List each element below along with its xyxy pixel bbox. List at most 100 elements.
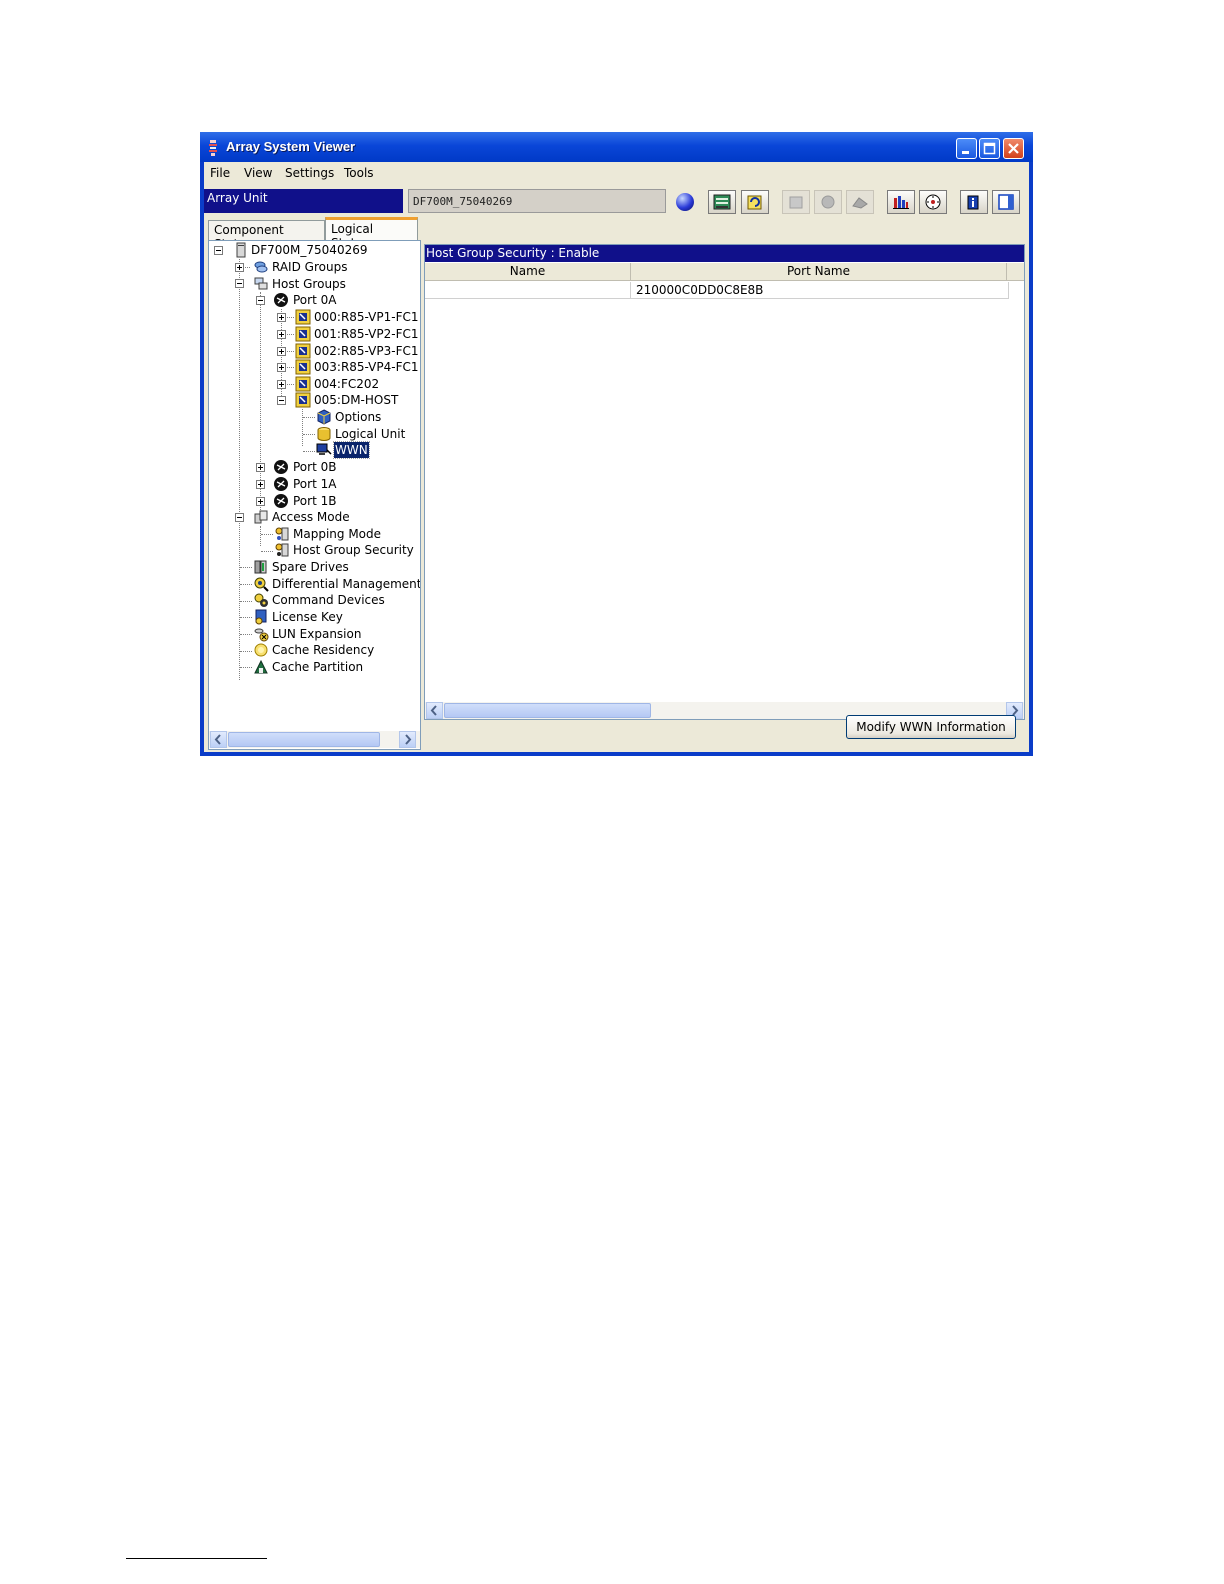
tree-line [240,601,252,602]
info-button[interactable] [960,190,988,214]
tree-node-raid-groups[interactable]: RAID Groups [272,259,347,275]
array-unit-field[interactable]: DF700M_75040269 [408,189,666,213]
expand-toggle[interactable] [256,497,265,506]
tree-node-port-1a[interactable]: Port 1A [293,476,336,492]
tree-node-port-0a[interactable]: Port 0A [293,292,336,308]
table-cell-name[interactable] [425,282,631,299]
collapse-toggle[interactable] [235,279,244,288]
expand-toggle[interactable] [277,363,286,372]
disabled-tool-button-2[interactable] [814,190,842,214]
tree-node-options[interactable]: Options [335,409,381,425]
port-icon [274,293,288,307]
collapse-toggle[interactable] [214,246,223,255]
expand-toggle[interactable] [277,347,286,356]
tab-component-status[interactable]: Component Status [208,220,325,251]
disabled-tool-button-3[interactable] [846,190,874,214]
tree-node-spare-drives[interactable]: Spare Drives [272,559,349,575]
tree-node-license-key[interactable]: License Key [272,609,343,625]
array-icon [713,194,731,210]
array-button[interactable] [708,190,736,214]
tree-line [302,409,303,446]
tree-node-host-groups[interactable]: Host Groups [272,276,346,292]
host-group-icon [295,376,311,392]
collapse-toggle[interactable] [256,296,265,305]
tree-node-port-0b[interactable]: Port 0B [293,459,336,475]
menu-file[interactable]: File [210,166,230,180]
chevron-left-icon [214,734,221,745]
tree-node-host-group-security[interactable]: Host Group Security [293,542,414,558]
menu-tools[interactable]: Tools [344,166,374,180]
disabled-tool-button-1[interactable] [782,190,810,214]
column-header-name[interactable]: Name [425,263,631,281]
wwn-icon [316,443,332,455]
expand-toggle[interactable] [235,263,244,272]
info-icon [967,195,979,210]
expand-toggle[interactable] [256,480,265,489]
maximize-button[interactable] [979,138,1000,159]
collapse-toggle[interactable] [235,513,244,522]
minimize-icon [962,151,969,154]
tree-horizontal-scrollbar[interactable] [209,731,420,748]
expand-toggle[interactable] [256,463,265,472]
modify-wwn-information-button[interactable]: Modify WWN Information [846,715,1016,739]
column-header-port-name[interactable]: Port Name [631,263,1007,281]
menu-settings[interactable]: Settings [285,166,334,180]
tree-node-host-group-005[interactable]: 005:DM-HOST [314,392,398,408]
tree-node-cache-residency[interactable]: Cache Residency [272,642,374,658]
scroll-right-arrow[interactable] [399,731,416,748]
tree-node-logical-unit[interactable]: Logical Unit [335,426,405,442]
expand-toggle[interactable] [277,380,286,389]
raid-groups-icon [254,261,268,273]
settings-dial-button[interactable] [919,190,947,214]
disabled-tool-icon [821,195,835,209]
close-icon [1008,143,1019,154]
collapse-toggle[interactable] [277,396,286,405]
tree-node-root[interactable]: DF700M_75040269 [251,242,367,258]
scroll-left-arrow[interactable] [426,702,443,719]
tree-node-host-group-004[interactable]: 004:FC202 [314,376,379,392]
tree-node-wwn[interactable]: WWN [333,441,370,459]
tree-node-differential-management[interactable]: Differential Management [272,576,420,592]
tree-node-mapping-mode[interactable]: Mapping Mode [293,526,381,542]
tree-line [261,534,273,535]
refresh-button[interactable] [741,190,769,214]
storage-array-icon [236,242,246,258]
host-group-security-header: Host Group Security : Enable [425,245,1024,262]
close-button[interactable] [1003,138,1024,159]
cache-residency-icon [254,643,268,657]
tree-node-cache-partition[interactable]: Cache Partition [272,659,363,675]
maximize-icon [983,142,996,155]
mapping-mode-icon [275,527,289,541]
scroll-left-arrow[interactable] [210,731,227,748]
tree-node-host-group-002[interactable]: 002:R85-VP3-FC1 [314,343,419,359]
table-cell-port-name[interactable]: 210000C0DD0C8E8B [631,282,1009,299]
tree-line [240,617,252,618]
host-groups-icon [254,277,268,290]
menu-view[interactable]: View [244,166,272,180]
tree-node-host-group-000[interactable]: 000:R85-VP1-FC1 [314,309,419,325]
tree-node-port-1b[interactable]: Port 1B [293,493,336,509]
expand-toggle[interactable] [277,330,286,339]
tree-node-access-mode[interactable]: Access Mode [272,509,350,525]
port-icon [274,494,288,508]
tree-line [303,434,315,435]
panel-button[interactable] [992,190,1020,214]
tree-node-host-group-003[interactable]: 003:R85-VP4-FC1 [314,359,419,375]
performance-button[interactable] [887,190,915,214]
status-indicator-icon [676,193,694,211]
disabled-tool-icon [789,196,803,209]
tree-node-lun-expansion[interactable]: LUN Expansion [272,626,361,642]
wwn-content-panel: Host Group Security : Enable Name Port N… [424,244,1025,720]
port-icon [274,460,288,474]
minimize-button[interactable] [956,138,977,159]
expand-toggle[interactable] [277,313,286,322]
access-mode-icon [254,510,268,524]
tree-node-command-devices[interactable]: Command Devices [272,592,385,608]
tab-logical-status[interactable]: Logical Status [325,217,418,250]
scroll-thumb[interactable] [228,732,380,747]
panel-icon [998,194,1014,210]
scroll-thumb[interactable] [444,703,651,718]
tree-node-host-group-001[interactable]: 001:R85-VP2-FC1 [314,326,419,342]
license-key-icon [255,609,267,625]
title-bar[interactable]: Array System Viewer [200,132,1033,162]
